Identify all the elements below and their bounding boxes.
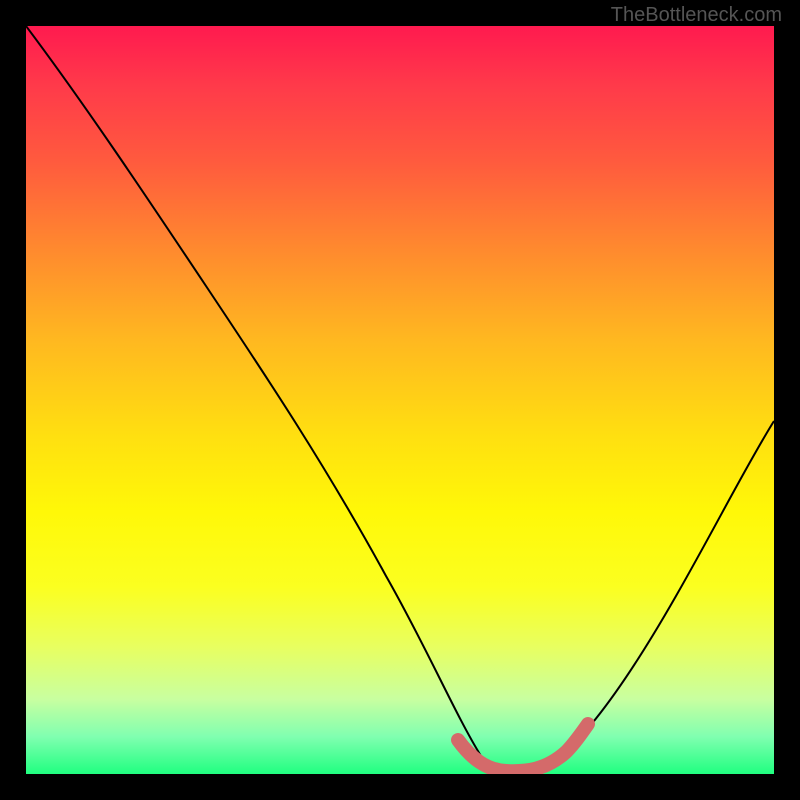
chart-plot-area bbox=[26, 26, 774, 774]
optimal-zone-highlight bbox=[458, 724, 588, 771]
chart-svg bbox=[26, 26, 774, 774]
watermark-text: TheBottleneck.com bbox=[611, 4, 782, 27]
bottleneck-curve bbox=[26, 26, 774, 772]
